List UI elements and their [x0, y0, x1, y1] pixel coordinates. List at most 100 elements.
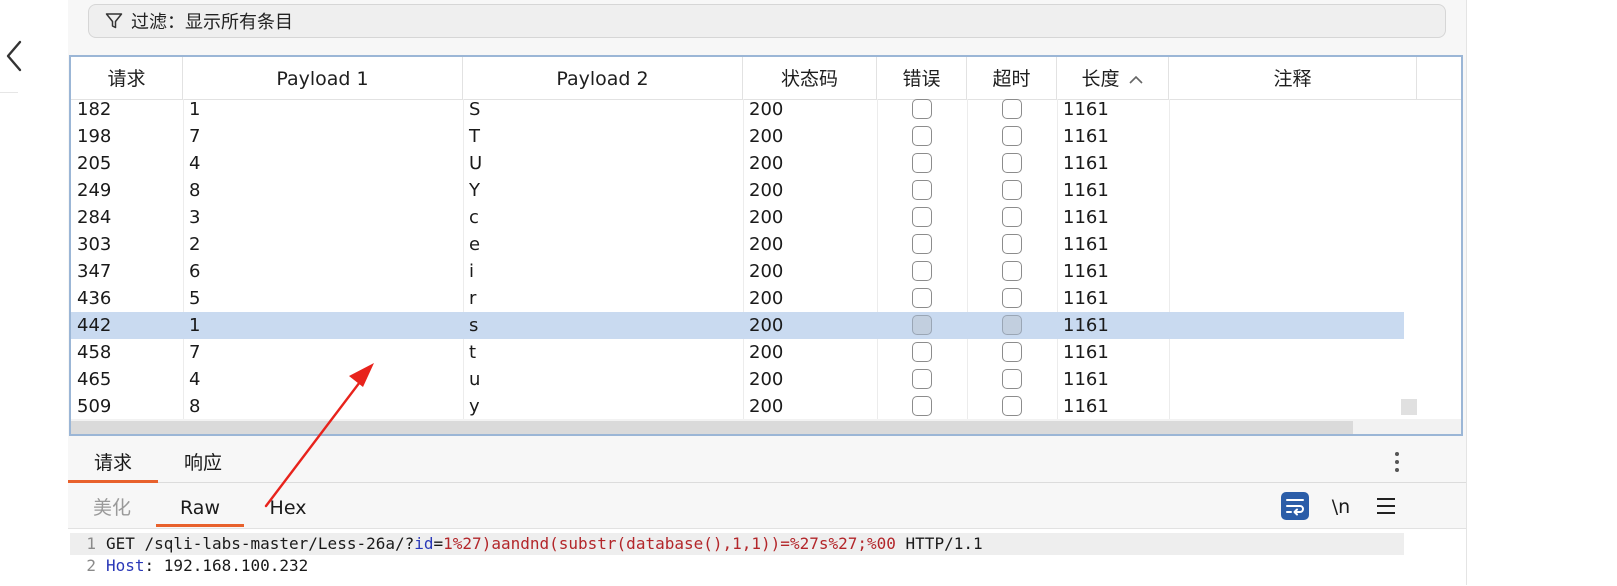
timeout-checkbox[interactable]	[1002, 99, 1022, 119]
detail-tabs: 请求 响应	[68, 440, 1466, 483]
cell-request: 284	[77, 207, 112, 228]
error-checkbox[interactable]	[912, 234, 932, 254]
error-checkbox[interactable]	[912, 369, 932, 389]
hamburger-menu-icon[interactable]	[1377, 498, 1395, 514]
header-label: 超时	[992, 68, 1031, 90]
table-row[interactable]: 182 1 S 200 1161	[71, 96, 1404, 123]
cell-length: 1161	[1063, 288, 1109, 309]
error-checkbox[interactable]	[912, 99, 932, 119]
more-vertical-icon[interactable]	[1390, 450, 1404, 476]
timeout-checkbox[interactable]	[1002, 396, 1022, 416]
cell-length: 1161	[1063, 261, 1109, 282]
error-checkbox[interactable]	[912, 261, 932, 281]
cell-payload1: 3	[189, 207, 201, 228]
view-tabs: 美化 Raw Hex	[68, 483, 1466, 527]
header-label: Payload 1	[276, 68, 369, 90]
cell-request: 347	[77, 261, 112, 282]
table-row[interactable]: 458 7 t 200 1161	[71, 339, 1404, 366]
line-number: 2	[86, 556, 96, 575]
error-checkbox[interactable]	[912, 126, 932, 146]
table-row[interactable]: 303 2 e 200 1161	[71, 231, 1404, 258]
intruder-results-panel: 过滤：显示所有条目 请求 Payload 1 Payload 2 状态码 错误 超时 长度 注…	[68, 0, 1466, 586]
timeout-checkbox[interactable]	[1002, 126, 1022, 146]
error-checkbox[interactable]	[912, 342, 932, 362]
table-row[interactable]: 198 7 T 200 1161	[71, 123, 1404, 150]
horizontal-scrollbar[interactable]	[71, 419, 1461, 434]
table-row[interactable]: 442 1 s 200 1161	[71, 312, 1404, 339]
code-token: : 192.168.100.232	[144, 556, 309, 575]
editor-line[interactable]: 2 Host: 192.168.100.232	[70, 555, 1404, 577]
code-token: Host	[106, 556, 145, 575]
header-label: 长度	[1081, 68, 1120, 90]
timeout-checkbox[interactable]	[1002, 288, 1022, 308]
cell-request: 436	[77, 288, 112, 309]
cell-payload1: 6	[189, 261, 201, 282]
timeout-checkbox[interactable]	[1002, 261, 1022, 281]
left-gutter	[0, 0, 68, 585]
timeout-checkbox[interactable]	[1002, 207, 1022, 227]
timeout-checkbox[interactable]	[1002, 315, 1022, 335]
cell-length: 1161	[1063, 180, 1109, 201]
header-col-status[interactable]: 状态码	[743, 57, 877, 99]
tab-raw[interactable]: Raw	[156, 483, 244, 527]
header-label: Payload 2	[556, 68, 649, 90]
results-table: 请求 Payload 1 Payload 2 状态码 错误 超时 长度 注释 182 1 S 200…	[69, 55, 1463, 436]
cell-request: 303	[77, 234, 112, 255]
cell-payload2: i	[469, 261, 475, 282]
cell-length: 1161	[1063, 234, 1109, 255]
table-row[interactable]: 284 3 c 200 1161	[71, 204, 1404, 231]
cell-request: 249	[77, 180, 112, 201]
timeout-checkbox[interactable]	[1002, 342, 1022, 362]
cell-status: 200	[749, 234, 784, 255]
timeout-checkbox[interactable]	[1002, 153, 1022, 173]
header-col-payload1[interactable]: Payload 1	[183, 57, 463, 99]
filter-label: 过滤：显示所有条目	[131, 12, 293, 33]
error-checkbox[interactable]	[912, 153, 932, 173]
error-checkbox[interactable]	[912, 396, 932, 416]
table-row[interactable]: 205 4 U 200 1161	[71, 150, 1404, 177]
raw-request-editor[interactable]: 1 GET /sqli-labs-master/Less-26a/?id=1%27…	[68, 528, 1466, 586]
error-checkbox[interactable]	[912, 315, 932, 335]
cell-status: 200	[749, 369, 784, 390]
cell-payload2: r	[469, 288, 477, 309]
code-token: id	[414, 534, 434, 553]
cell-length: 1161	[1063, 126, 1109, 147]
line-number: 1	[86, 534, 96, 553]
filter-bar[interactable]: 过滤：显示所有条目	[88, 4, 1446, 38]
timeout-checkbox[interactable]	[1002, 234, 1022, 254]
table-row[interactable]: 509 8 y 200 1161	[71, 393, 1404, 420]
chevron-left-icon[interactable]	[4, 38, 26, 74]
header-label: 状态码	[780, 68, 838, 90]
table-row[interactable]: 347 6 i 200 1161	[71, 258, 1404, 285]
editor-line[interactable]: 1 GET /sqli-labs-master/Less-26a/?id=1%27…	[70, 533, 1404, 555]
header-col-timeout[interactable]: 超时	[967, 57, 1057, 99]
vertical-scrollbar-thumb[interactable]	[1401, 399, 1417, 415]
header-col-request[interactable]: 请求	[71, 57, 183, 99]
cell-payload2: t	[469, 342, 477, 363]
code-token: =	[433, 534, 444, 553]
tab-hex[interactable]: Hex	[244, 483, 332, 527]
word-wrap-icon[interactable]	[1281, 492, 1309, 520]
tab-response[interactable]: 响应	[158, 440, 248, 482]
header-col-error[interactable]: 错误	[877, 57, 967, 99]
error-checkbox[interactable]	[912, 288, 932, 308]
error-checkbox[interactable]	[912, 180, 932, 200]
show-newlines-button[interactable]: \n	[1326, 494, 1356, 520]
scrollbar-thumb[interactable]	[71, 421, 1353, 434]
cell-length: 1161	[1063, 207, 1109, 228]
cell-payload2: y	[469, 396, 480, 417]
table-row[interactable]: 465 4 u 200 1161	[71, 366, 1404, 393]
header-col-payload2[interactable]: Payload 2	[463, 57, 743, 99]
table-row[interactable]: 436 5 r 200 1161	[71, 285, 1404, 312]
header-col-comment[interactable]: 注释	[1169, 57, 1417, 99]
sort-ascending-icon	[1128, 75, 1143, 84]
timeout-checkbox[interactable]	[1002, 369, 1022, 389]
header-col-length[interactable]: 长度	[1057, 57, 1169, 99]
tab-pretty[interactable]: 美化	[68, 483, 156, 527]
tab-request[interactable]: 请求	[68, 440, 158, 483]
cell-status: 200	[749, 180, 784, 201]
cell-payload1: 2	[189, 234, 201, 255]
table-row[interactable]: 249 8 Y 200 1161	[71, 177, 1404, 204]
error-checkbox[interactable]	[912, 207, 932, 227]
timeout-checkbox[interactable]	[1002, 180, 1022, 200]
